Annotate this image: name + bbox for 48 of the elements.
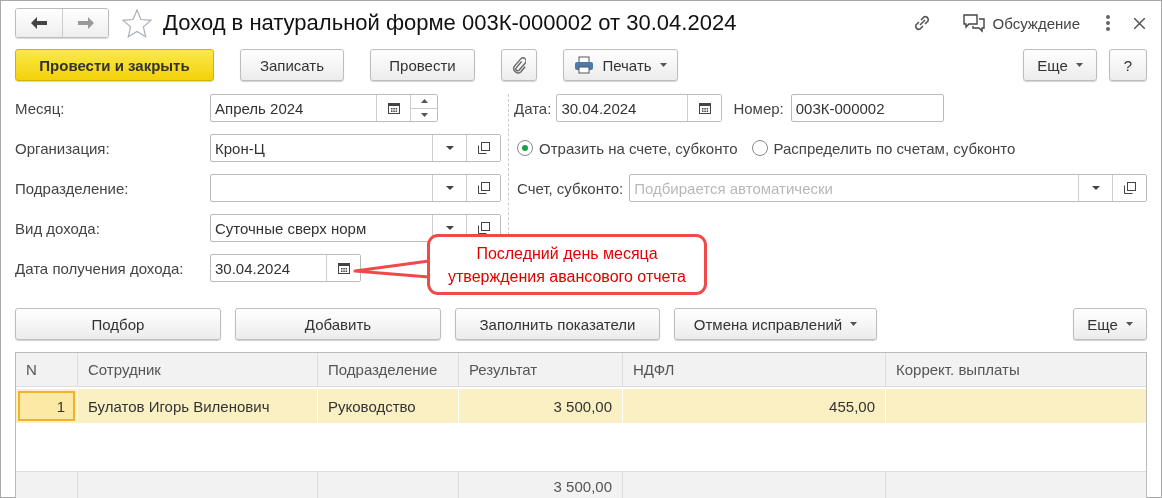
number-field[interactable]: 003К-000002 xyxy=(790,94,944,122)
field-label: Организация: xyxy=(15,139,111,157)
cancel-corrections-button[interactable]: Отмена исправлений xyxy=(674,308,877,340)
field-placeholder: Подбирается автоматически xyxy=(633,178,834,199)
window-title: Доход в натуральной форме 003К-000002 от 30.04.2024 xyxy=(163,10,737,36)
field-label: Месяц: xyxy=(15,99,66,117)
table-cell: 455,00 xyxy=(622,389,885,423)
field-label: Дата получения дохода: xyxy=(15,259,185,277)
post-and-close-button[interactable]: Провести и закрыть xyxy=(15,49,214,81)
fill-indicators-button[interactable]: Заполнить показатели xyxy=(455,308,660,340)
field-label: Дата: xyxy=(514,99,552,117)
help-button[interactable]: ? xyxy=(1109,49,1147,81)
table-cell: Булатов Игорь Виленович xyxy=(77,389,317,423)
table-cell: 1 xyxy=(18,391,75,421)
save-button[interactable]: Записать xyxy=(240,49,344,81)
column-header[interactable]: Подразделение xyxy=(317,353,458,386)
table-cell: 3 500,00 xyxy=(458,389,622,423)
radio-label[interactable]: Распределить по счетам, субконто xyxy=(773,139,1016,157)
field-value: Суточные сверх норм xyxy=(214,218,368,239)
income-type-field[interactable]: Суточные сверх норм xyxy=(210,214,501,242)
field-value: 30.04.2024 xyxy=(560,98,638,119)
column-header[interactable]: N xyxy=(16,353,77,386)
field-label: Номер: xyxy=(733,99,784,117)
more-menu-button[interactable]: Еще xyxy=(1073,308,1147,340)
date-field[interactable]: 30.04.2024 xyxy=(556,94,723,122)
add-button[interactable]: Добавить xyxy=(235,308,441,340)
month-field[interactable]: Апрель 2024 xyxy=(210,94,438,122)
column-header[interactable]: Сотрудник xyxy=(77,353,317,386)
field-label: Счет, субконто: xyxy=(517,179,624,197)
print-button[interactable]: Печать xyxy=(563,49,678,81)
column-header[interactable]: Коррект. выплаты xyxy=(885,353,1146,386)
organization-field[interactable]: Крон-Ц xyxy=(210,134,501,162)
radio-label[interactable]: Отразить на счете, субконто xyxy=(539,139,738,157)
column-header[interactable]: Результат xyxy=(458,353,622,386)
table-cell: Руководство xyxy=(317,389,458,423)
table-row[interactable]: 1 Булатов Игорь Виленович Руководство 3 500,00 455,00 xyxy=(16,389,1146,423)
discussion-link[interactable]: Обсуждение xyxy=(992,14,1080,32)
pick-button[interactable]: Подбор xyxy=(15,308,221,340)
field-value: Крон-Ц xyxy=(214,138,266,159)
more-menu-button[interactable]: Еще xyxy=(1023,49,1097,81)
field-label: Вид дохода: xyxy=(15,219,101,237)
callout-text: Последний день месяца утверждения авансового отчета xyxy=(448,243,686,287)
field-value: Апрель 2024 xyxy=(214,98,305,119)
column-header[interactable]: НДФЛ xyxy=(622,353,885,386)
post-button[interactable]: Провести xyxy=(370,49,475,81)
total-value: 3 500,00 xyxy=(458,472,622,498)
field-label: Подразделение: xyxy=(15,179,130,197)
field-value: 30.04.2024 xyxy=(214,258,292,279)
